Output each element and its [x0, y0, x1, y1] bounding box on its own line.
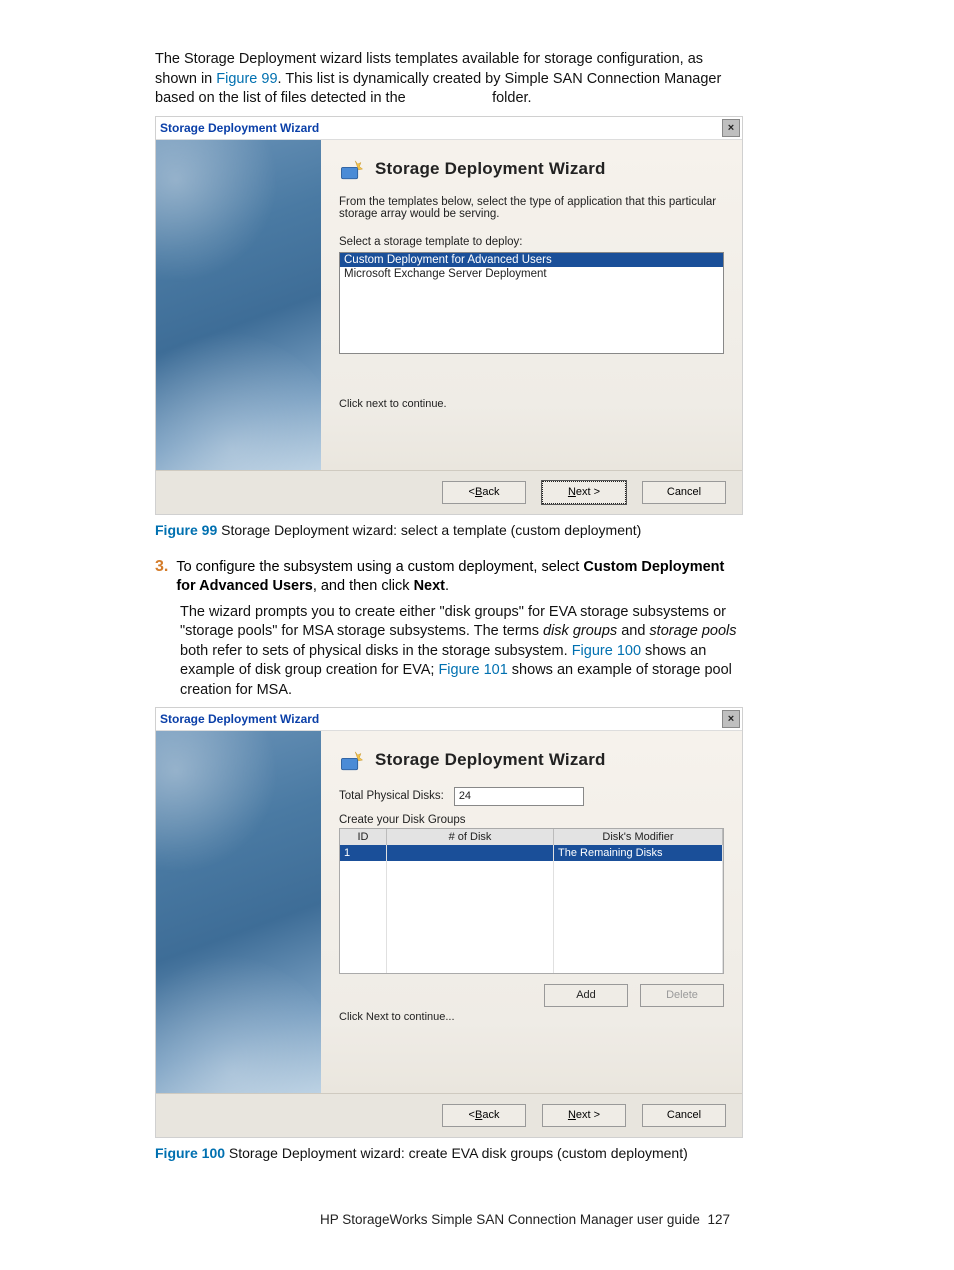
- template-option-custom[interactable]: Custom Deployment for Advanced Users: [340, 253, 723, 267]
- dialog2-banner-image: [156, 731, 321, 1093]
- p2-i1: disk groups: [543, 623, 617, 639]
- disk-groups-paragraph: The wizard prompts you to create either …: [180, 603, 740, 701]
- figure-100-caption: Figure 100 Storage Deployment wizard: cr…: [155, 1144, 740, 1163]
- wizard-icon: [339, 747, 365, 773]
- dialog-title: Storage Deployment Wizard: [160, 121, 319, 135]
- grid-row-1[interactable]: 1 The Remaining Disks: [340, 845, 723, 861]
- cell-mod: The Remaining Disks: [554, 845, 723, 861]
- storage-deployment-wizard-dialog-2: Storage Deployment Wizard × Storage Depl…: [155, 707, 743, 1138]
- grid-header: ID # of Disk Disk's Modifier: [340, 829, 723, 845]
- delete-button[interactable]: Delete: [640, 984, 724, 1007]
- dialog-button-row: < Back Next > Cancel: [156, 470, 742, 514]
- cell-ndisk: [387, 845, 554, 861]
- p2-i2: storage pools: [649, 623, 736, 639]
- p2-b: and: [617, 623, 649, 639]
- close-icon[interactable]: ×: [722, 119, 740, 137]
- dialog2-title: Storage Deployment Wizard: [160, 712, 319, 726]
- add-button[interactable]: Add: [544, 984, 628, 1007]
- create-disk-groups-label: Create your Disk Groups: [339, 814, 724, 826]
- page-content: The Storage Deployment wizard lists temp…: [0, 0, 770, 1257]
- template-listbox[interactable]: Custom Deployment for Advanced Users Mic…: [339, 252, 724, 354]
- cancel-button[interactable]: Cancel: [642, 481, 726, 504]
- dialog2-content-pane: Storage Deployment Wizard Total Physical…: [321, 731, 742, 1093]
- dialog2-button-row: < Back Next > Cancel: [156, 1093, 742, 1137]
- back-button[interactable]: < Back: [442, 1104, 526, 1127]
- figure-99-text: Storage Deployment wizard: select a temp…: [217, 522, 641, 538]
- wizard2-heading: Storage Deployment Wizard: [375, 750, 606, 770]
- dialog-titlebar: Storage Deployment Wizard ×: [156, 117, 742, 140]
- figure-100-label: Figure 100: [155, 1145, 225, 1161]
- figure-99-caption: Figure 99 Storage Deployment wizard: sel…: [155, 521, 740, 540]
- back-button[interactable]: < Back: [442, 481, 526, 504]
- wizard2-hint: Click Next to continue...: [339, 1011, 724, 1023]
- page-number: 127: [707, 1212, 730, 1227]
- footer-text: HP StorageWorks Simple SAN Connection Ma…: [320, 1212, 700, 1227]
- intro-text-c: folder.: [488, 90, 532, 106]
- intro-paragraph: The Storage Deployment wizard lists temp…: [155, 50, 740, 110]
- next-button[interactable]: Next >: [542, 1104, 626, 1127]
- wizard-description: From the templates below, select the typ…: [339, 196, 724, 220]
- step3-b: , and then click: [313, 578, 414, 594]
- step-3-number: 3.: [155, 558, 168, 597]
- p2-c: both refer to sets of physical disks in …: [180, 643, 572, 659]
- wizard-icon: [339, 156, 365, 182]
- figure-99-label: Figure 99: [155, 522, 217, 538]
- figure-100-link[interactable]: Figure 100: [572, 643, 641, 659]
- dialog2-titlebar: Storage Deployment Wizard ×: [156, 708, 742, 731]
- close-icon[interactable]: ×: [722, 710, 740, 728]
- figure-101-link[interactable]: Figure 101: [438, 662, 507, 678]
- cell-id: 1: [340, 845, 387, 861]
- total-disks-label: Total Physical Disks:: [339, 790, 444, 802]
- step3-bold2: Next: [414, 578, 445, 594]
- disk-groups-grid[interactable]: ID # of Disk Disk's Modifier 1 The Remai…: [339, 828, 724, 974]
- storage-deployment-wizard-dialog-1: Storage Deployment Wizard × Storage Depl…: [155, 116, 743, 515]
- step3-a: To configure the subsystem using a custo…: [176, 559, 583, 575]
- total-disks-input[interactable]: 24: [454, 787, 584, 806]
- total-disks-value: 24: [459, 790, 471, 802]
- wizard-hint: Click next to continue.: [339, 398, 724, 410]
- step3-c: .: [445, 578, 449, 594]
- figure-99-link[interactable]: Figure 99: [216, 71, 277, 87]
- col-num-disk: # of Disk: [387, 829, 554, 845]
- step-3-text: To configure the subsystem using a custo…: [176, 558, 740, 597]
- col-modifier: Disk's Modifier: [554, 829, 723, 845]
- template-select-label: Select a storage template to deploy:: [339, 236, 724, 248]
- page-footer: HP StorageWorks Simple SAN Connection Ma…: [155, 1212, 740, 1227]
- dialog-content-pane: Storage Deployment Wizard From the templ…: [321, 140, 742, 470]
- dialog-banner-image: [156, 140, 321, 470]
- next-button[interactable]: Next >: [542, 481, 626, 504]
- cancel-button[interactable]: Cancel: [642, 1104, 726, 1127]
- col-id: ID: [340, 829, 387, 845]
- wizard-heading: Storage Deployment Wizard: [375, 159, 606, 179]
- figure-100-text: Storage Deployment wizard: create EVA di…: [225, 1145, 688, 1161]
- template-option-exchange[interactable]: Microsoft Exchange Server Deployment: [340, 267, 723, 281]
